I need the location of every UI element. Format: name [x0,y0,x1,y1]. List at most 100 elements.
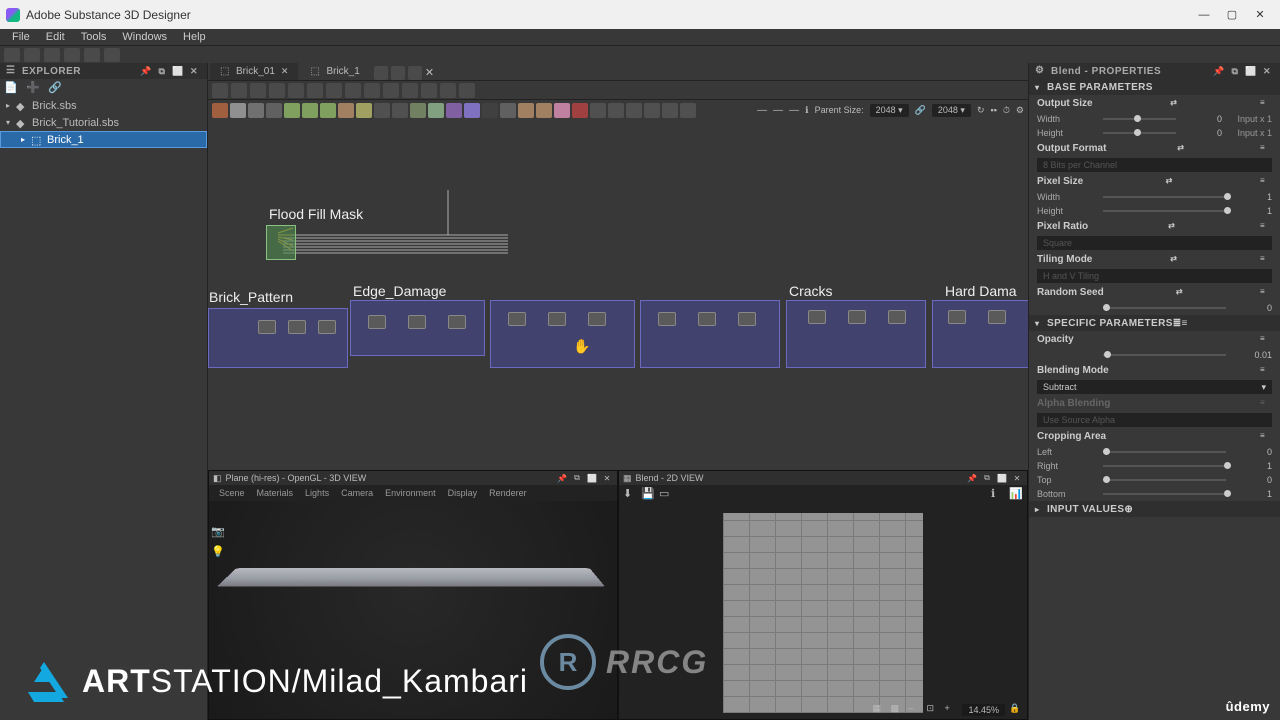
maximize-icon[interactable]: ⬜ [1244,65,1258,77]
pixel-ratio-dropdown[interactable]: Square [1037,236,1272,250]
menu-icon[interactable]: ≡ [1260,365,1272,377]
tab-brick-01[interactable]: ⬚ Brick_01 ✕ [210,63,298,80]
undo-icon[interactable] [84,48,100,62]
collapse-arrow-icon[interactable]: ▾ [1035,319,1047,328]
menu-icon[interactable]: ≡ [1182,318,1188,329]
save-image-icon[interactable]: 💾 [641,487,655,501]
light-tool-icon[interactable]: 💡 [211,545,225,559]
graph-node[interactable] [508,312,526,326]
frame-flood-fill[interactable]: Flood Fill Mask [266,225,296,260]
list-icon[interactable]: ≣ [1173,318,1182,329]
palette-item[interactable] [608,103,624,118]
pin-icon[interactable]: 📌 [966,473,978,484]
palette-item[interactable] [626,103,642,118]
camera-tool-icon[interactable]: 📷 [211,525,225,539]
export-icon[interactable]: ⬇ [623,487,637,501]
zoom-1to1-icon[interactable] [307,83,323,98]
crop-bottom-slider[interactable] [1103,493,1226,495]
menu-tools[interactable]: Tools [73,31,115,43]
graph-node[interactable] [948,310,966,324]
palette-item[interactable] [230,103,246,118]
crop-right-slider[interactable] [1103,465,1226,467]
graph-node[interactable] [808,310,826,324]
expand-arrow-icon[interactable]: ▾ [6,118,16,127]
palette-item[interactable] [428,103,444,118]
link-icon[interactable]: ⇄ [1166,176,1178,188]
zoom-in-icon[interactable]: + [944,703,958,717]
height-slider[interactable] [1103,132,1176,134]
blending-mode-dropdown[interactable]: Subtract▾ [1037,380,1272,394]
graph-node[interactable] [988,310,1006,324]
palette-item[interactable] [590,103,606,118]
minimize-button[interactable]: — [1190,5,1218,25]
timing-icon[interactable]: ⏱ [1003,105,1010,116]
refresh-icon[interactable] [402,83,418,98]
undock-icon[interactable]: ⧉ [155,65,169,77]
tile-icon[interactable]: ▦ [872,703,886,717]
menu-icon[interactable]: ≡ [1260,221,1272,233]
lock-icon[interactable]: 🔗 [915,105,926,116]
palette-item[interactable] [410,103,426,118]
graph-node[interactable] [548,312,566,326]
menu-icon[interactable]: ≡ [1260,143,1272,155]
link-mode-icon[interactable] [364,83,380,98]
tab-brick-1[interactable]: ⬚ Brick_1 [300,63,369,80]
section-input-values[interactable]: ▸ INPUT VALUES ⊕ [1029,501,1280,517]
frame-group[interactable] [490,300,635,368]
maximize-button[interactable]: ▢ [1218,5,1246,25]
menu-materials[interactable]: Materials [251,488,300,498]
pin-icon[interactable]: 📌 [139,65,153,77]
palette-item[interactable] [392,103,408,118]
link-icon[interactable]: 🔗 [48,81,64,95]
new-icon[interactable] [4,48,20,62]
maximize-icon[interactable]: ⬜ [586,473,598,484]
graph-node[interactable] [698,312,716,326]
link-icon[interactable]: ⇄ [1170,254,1182,266]
snapshot-icon[interactable] [250,83,266,98]
crop-left-slider[interactable] [1103,451,1226,453]
info-icon[interactable]: ℹ [991,487,1005,501]
undock-icon[interactable]: ⧉ [981,473,993,484]
width-value[interactable]: 0 [1182,114,1222,124]
tab-action-icon[interactable] [374,66,388,80]
pan-tool-icon[interactable] [231,83,247,98]
palette-item[interactable] [320,103,336,118]
palette-item[interactable] [338,103,354,118]
undock-icon[interactable]: ⧉ [1228,65,1242,77]
frame-icon[interactable] [421,83,437,98]
palette-item[interactable] [284,103,300,118]
node-graph-view[interactable]: Flood Fill Mask Brick_Pattern Edge_Damag… [208,120,1028,470]
zoom-fit-icon[interactable] [288,83,304,98]
graph-node[interactable] [258,320,276,334]
new-graph-icon[interactable]: ➕ [26,81,42,95]
width-slider[interactable] [1103,118,1176,120]
menu-camera[interactable]: Camera [335,488,379,498]
menu-edit[interactable]: Edit [38,31,73,43]
tree-item-brick-1[interactable]: ▸ ⬚ Brick_1 [0,131,207,148]
crop-top-slider[interactable] [1103,479,1226,481]
section-base-parameters[interactable]: ▾ BASE PARAMETERS [1029,79,1280,95]
save-icon[interactable] [44,48,60,62]
expand-arrow-icon[interactable]: ▸ [1035,505,1047,514]
checker-icon[interactable]: ▩ [890,703,904,717]
pin-node-icon[interactable] [459,83,475,98]
menu-help[interactable]: Help [175,31,214,43]
link-icon[interactable]: ⇄ [1168,221,1180,233]
menu-icon[interactable]: ≡ [1260,176,1272,188]
select-tool-icon[interactable] [212,83,228,98]
close-icon[interactable]: ✕ [1011,473,1023,484]
graph-node[interactable] [368,315,386,329]
output-format-dropdown[interactable]: 8 Bits per Channel [1037,158,1272,172]
menu-scene[interactable]: Scene [213,488,251,498]
palette-item[interactable] [374,103,390,118]
pixel-width-slider[interactable] [1103,196,1226,198]
settings-icon[interactable]: ⚙ [1016,105,1024,116]
zoom-fit-icon[interactable]: ⊡ [926,703,940,717]
menu-icon[interactable]: ≡ [1260,398,1272,410]
expand-arrow-icon[interactable]: ▸ [21,135,31,144]
palette-item[interactable] [644,103,660,118]
pin-icon[interactable]: 📌 [556,473,568,484]
align-icon[interactable] [326,83,342,98]
view-mode-icon[interactable]: ▪▪ [991,105,997,115]
graph-node[interactable] [848,310,866,324]
